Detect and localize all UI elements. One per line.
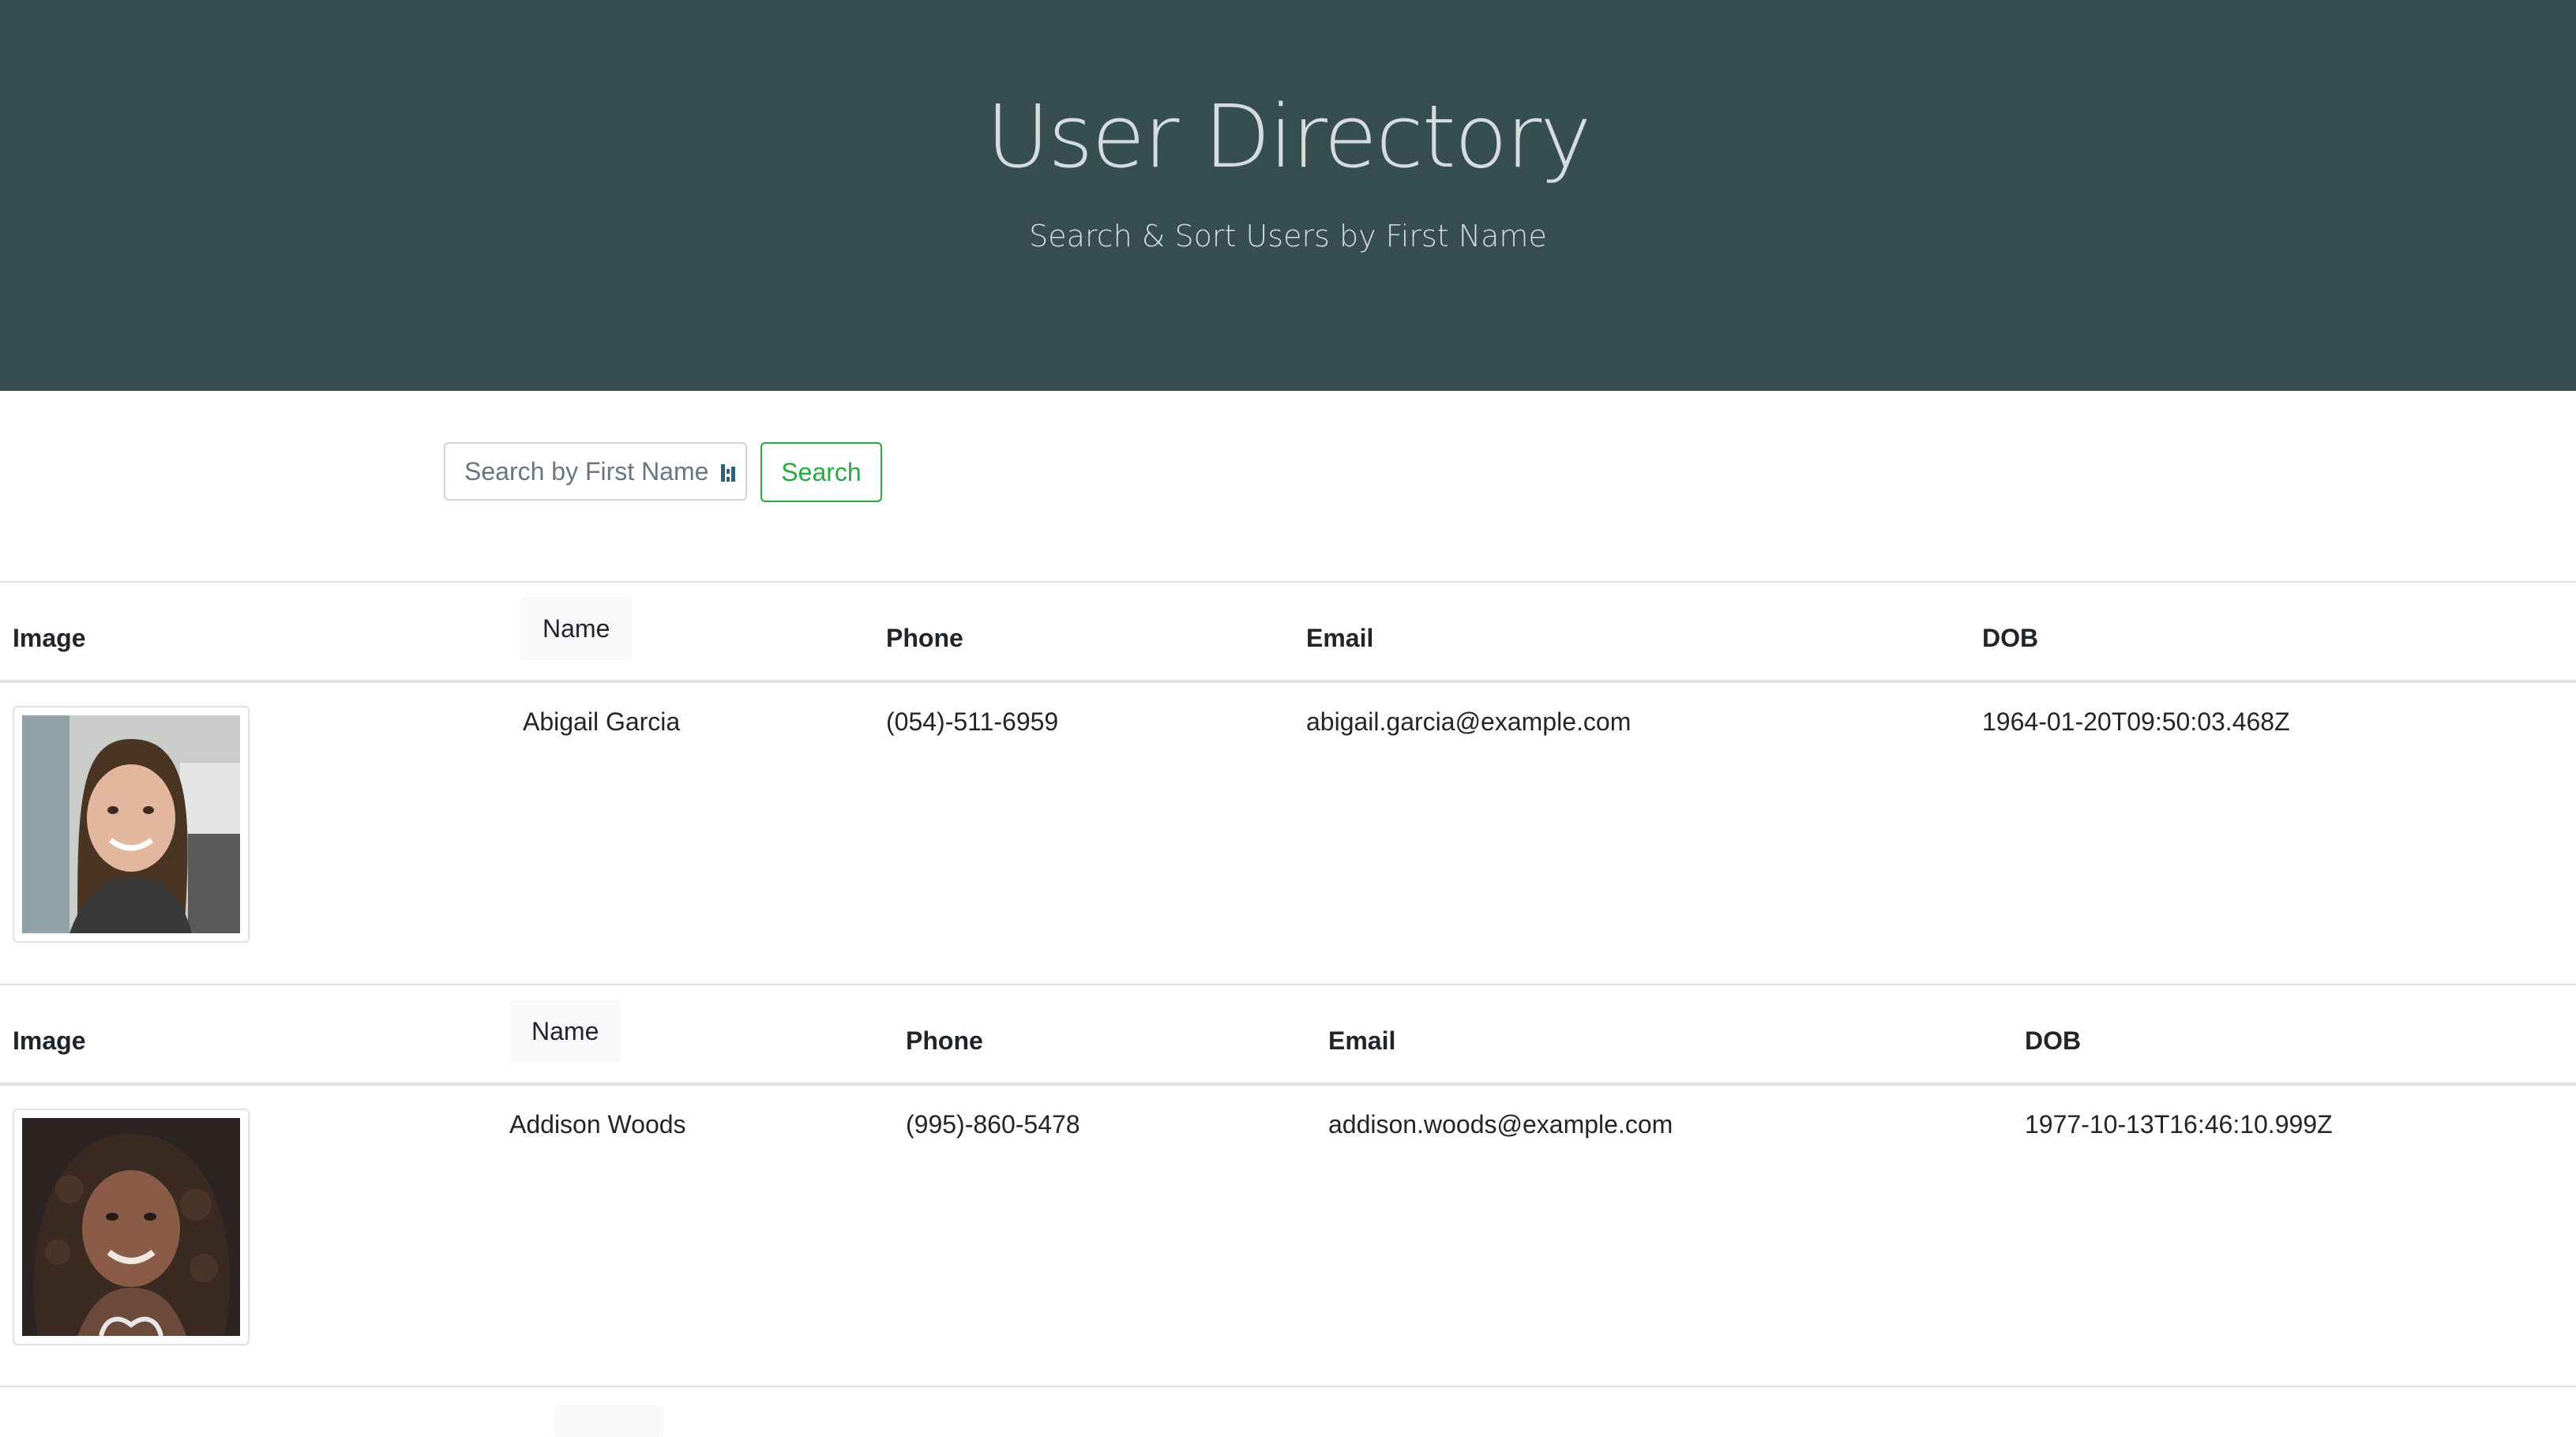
user-table-row-1: Image Name Phone Email DOB Abigail Garci… — [0, 581, 2576, 984]
search-button[interactable]: Search — [760, 442, 882, 502]
column-header-phone: Phone — [906, 1026, 983, 1055]
user-name: Addison Woods — [509, 1110, 686, 1139]
column-header-email: Email — [1328, 1026, 1396, 1055]
sort-by-name-button[interactable]: Name — [509, 1000, 621, 1063]
page-title: User Directory — [986, 86, 1592, 187]
sort-by-name-button[interactable]: Name — [520, 597, 633, 660]
user-phone: (995)-860-5478 — [906, 1110, 1080, 1139]
user-dob: 1977-10-13T16:46:10.999Z — [2025, 1110, 2333, 1139]
row-divider — [0, 581, 2576, 583]
password-manager-icon[interactable] — [720, 463, 738, 483]
column-header-image: Image — [13, 1026, 86, 1055]
user-name: Abigail Garcia — [523, 707, 681, 736]
column-header-email: Email — [1306, 624, 1374, 652]
user-avatar-photo — [22, 715, 240, 933]
row-divider — [0, 1386, 2576, 1387]
row-divider — [0, 984, 2576, 985]
user-avatar — [13, 1109, 250, 1345]
column-header-dob: DOB — [1982, 624, 2039, 652]
user-email: addison.woods@example.com — [1328, 1110, 1673, 1139]
column-header-phone: Phone — [886, 624, 963, 652]
user-phone: (054)-511-6959 — [886, 707, 1059, 736]
page-header: User Directory Search & Sort Users by Fi… — [0, 0, 2576, 391]
column-header-image: Image — [13, 624, 86, 652]
user-avatar — [13, 706, 250, 943]
sort-by-name-button-partial[interactable] — [554, 1405, 663, 1437]
search-input-wrapper — [444, 442, 747, 501]
user-avatar-photo — [22, 1118, 240, 1336]
column-header-dob: DOB — [2025, 1026, 2082, 1055]
header-divider — [0, 680, 2576, 683]
user-email: abigail.garcia@example.com — [1306, 707, 1632, 736]
page-subtitle: Search & Sort Users by First Name — [1029, 219, 1547, 253]
header-divider — [0, 1082, 2576, 1086]
search-input[interactable] — [445, 444, 714, 499]
user-table-row-2: Image Name Phone Email DOB Addison Woods… — [0, 984, 2576, 1386]
user-dob: 1964-01-20T09:50:03.468Z — [1982, 707, 2290, 736]
